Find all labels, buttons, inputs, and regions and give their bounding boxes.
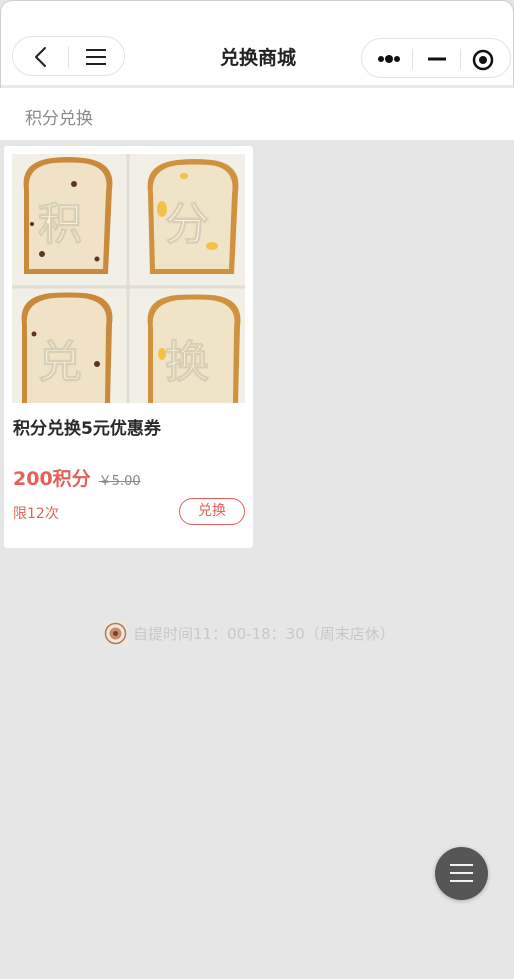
minimize-icon: [428, 57, 446, 61]
pickup-time-text: 自提时间11：00-18：30（周末店休）: [133, 625, 395, 643]
top-nav-bar: 兑换商城: [0, 0, 514, 89]
floating-menu-button[interactable]: [435, 847, 488, 900]
capsule-separator: [412, 49, 413, 69]
more-button[interactable]: [374, 45, 404, 73]
points-price: 200积分: [13, 468, 91, 490]
category-tab-strip: 积分兑换: [0, 88, 514, 140]
close-miniprogram-button[interactable]: [468, 45, 498, 73]
image-char-3: 兑: [38, 337, 82, 388]
tab-points-exchange[interactable]: 积分兑换: [25, 104, 93, 129]
minimize-button[interactable]: [422, 45, 452, 73]
menu-icon: [450, 880, 473, 882]
more-dots-icon: [378, 55, 400, 63]
store-logo-icon: [103, 621, 128, 646]
product-image: 积 分 兑 换: [12, 154, 245, 403]
nav-capsule-right: [361, 38, 511, 78]
menu-icon: [450, 864, 473, 866]
exchange-limit: 限12次: [13, 506, 59, 522]
image-char-4: 换: [165, 337, 209, 388]
image-char-1: 积: [38, 199, 82, 250]
image-char-2: 分: [165, 199, 209, 250]
menu-icon: [450, 872, 473, 874]
product-card[interactable]: 积 分 兑 换 积分兑换5元优惠券 200积分 ￥5.00 限12次 兑换: [4, 146, 253, 548]
app-frame: 兑换商城 积分兑换 积 分 兑 换 积分兑换5元优惠券 200积分 ￥5.00 …: [0, 0, 514, 979]
original-price: ￥5.00: [98, 474, 141, 489]
bread-collage-image: 积 分 兑 换: [12, 154, 245, 403]
exchange-button[interactable]: 兑换: [179, 498, 245, 525]
target-circle-icon: [472, 49, 494, 71]
price-row: 200积分 ￥5.00: [13, 464, 141, 492]
pickup-notice: 自提时间11：00-18：30（周末店休）: [103, 621, 395, 647]
product-title: 积分兑换5元优惠券: [13, 419, 161, 439]
capsule-separator: [460, 49, 461, 69]
